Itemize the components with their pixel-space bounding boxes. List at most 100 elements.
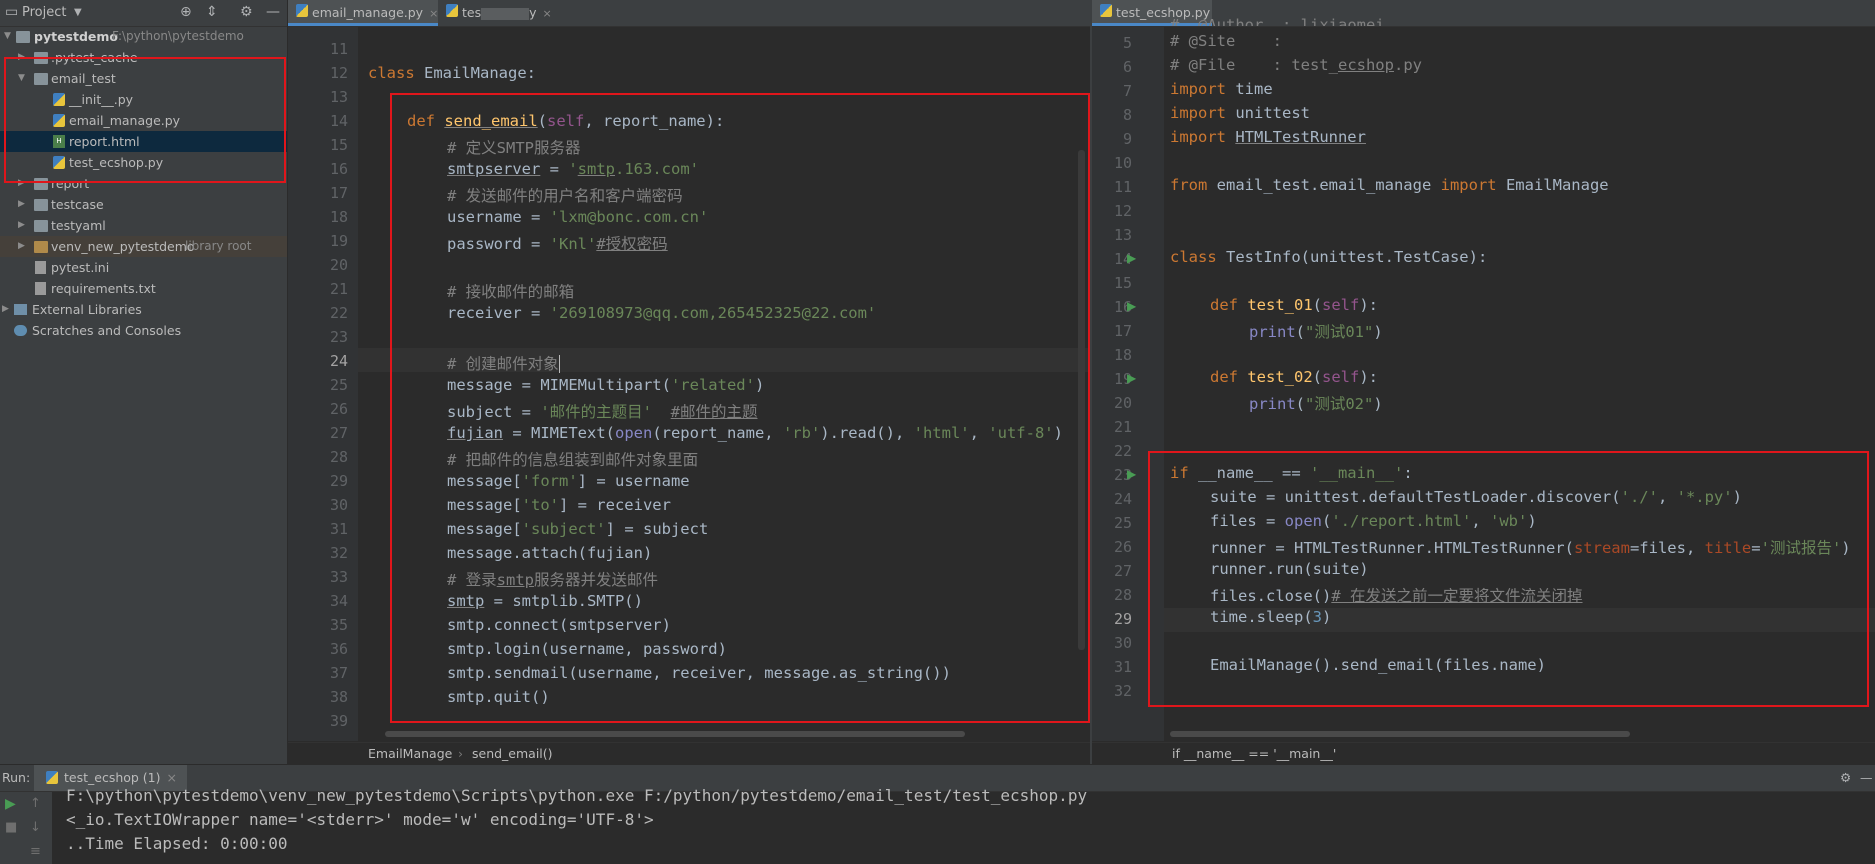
line-number: 36 (329, 640, 348, 658)
code-line-19[interactable]: def test_02(self): (1210, 368, 1378, 386)
console-output[interactable]: F:\python\pytestdemo\venv_new_pytestdemo… (52, 786, 1875, 864)
line-number: 17 (329, 184, 348, 202)
chevron-right-icon[interactable]: ▶ (18, 236, 28, 257)
code-line-8[interactable]: import unittest (1170, 104, 1310, 122)
line-number: 17 (1113, 322, 1132, 340)
line-number: 34 (329, 592, 348, 610)
line-number: 37 (329, 664, 348, 682)
library-icon (14, 304, 27, 315)
highlight-box (390, 93, 1090, 723)
tree-item-external-libraries[interactable]: ▶ External Libraries (0, 299, 287, 320)
gear-icon[interactable]: ⚙ (240, 4, 253, 20)
line-number: 29 (1113, 610, 1132, 628)
line-number: 25 (329, 376, 348, 394)
chevron-right-icon[interactable]: ▶ (18, 194, 28, 215)
code-line-20[interactable]: print("测试02") (1249, 392, 1383, 414)
tree-item-label: venv_new_pytestdemo (51, 239, 195, 254)
close-icon[interactable]: × (167, 770, 177, 785)
collapse-icon[interactable]: ⇕ (206, 4, 218, 20)
line-number: 13 (329, 88, 348, 106)
redaction (481, 7, 530, 20)
project-panel-header: ▭ Project ▼ ⊕ ⇕ ⚙ — (0, 0, 287, 27)
line-number: 21 (329, 280, 348, 298)
line-number: 24 (1113, 490, 1132, 508)
line-number: 15 (329, 136, 348, 154)
line-number: 30 (329, 496, 348, 514)
stop-icon[interactable]: ■ (5, 820, 17, 835)
tree-item-label: pytestdemo (34, 29, 119, 44)
line-number: 5 (1122, 34, 1132, 52)
breadcrumb-item[interactable]: if __name__ == '__main__' (1172, 743, 1336, 765)
tree-item-pytest-ini[interactable]: pytest.ini (0, 257, 287, 278)
minimize-icon[interactable]: — (1860, 765, 1873, 791)
console-line: <_io.TextIOWrapper name='<stderr>' mode=… (66, 810, 654, 829)
project-panel-title[interactable]: Project (22, 5, 66, 20)
line-number: 6 (1122, 58, 1132, 76)
run-gutter-icon[interactable]: ▶ (1127, 299, 1136, 313)
breadcrumb-item[interactable]: send_email() (472, 743, 553, 765)
vertical-scrollbar[interactable] (1078, 150, 1085, 650)
tree-item-scratches[interactable]: Scratches and Consoles (0, 320, 287, 341)
run-toolbar: ▶ ■ ↑ ↓ ≡ (0, 792, 52, 864)
tab-label: email_manage.py (312, 5, 424, 20)
tab-test-ecshop-left[interactable]: tes y × (438, 0, 587, 26)
python-file-icon (446, 4, 458, 17)
tree-item-venv[interactable]: ▶ venv_new_pytestdemo library root (0, 236, 287, 257)
code-line-9[interactable]: import HTMLTestRunner (1170, 128, 1366, 146)
code-line-16[interactable]: def test_01(self): (1210, 296, 1378, 314)
run-gutter-icon[interactable]: ▶ (1127, 371, 1136, 385)
code-line-11[interactable]: from email_test.email_manage import Emai… (1170, 176, 1609, 194)
breadcrumb-separator: › (458, 746, 463, 761)
tab-label: tes (462, 5, 482, 20)
code-line-7[interactable]: import time (1170, 80, 1273, 98)
gear-icon[interactable]: ⚙ (1840, 765, 1851, 791)
arrow-down-icon[interactable]: ↓ (30, 820, 41, 835)
line-number: 27 (329, 424, 348, 442)
line-number: 25 (1113, 514, 1132, 532)
code-line-14[interactable]: class TestInfo(unittest.TestCase): (1170, 248, 1487, 266)
line-number: 11 (329, 40, 348, 58)
code-line-6[interactable]: # @File : test_ecshop.py (1170, 56, 1422, 74)
horizontal-scrollbar[interactable] (385, 731, 965, 737)
run-gutter-icon[interactable]: ▶ (1127, 251, 1136, 265)
breadcrumb-item[interactable]: EmailManage (368, 743, 452, 765)
line-number: 29 (329, 472, 348, 490)
line-number: 28 (329, 448, 348, 466)
python-file-icon (46, 771, 58, 784)
tree-item-testyaml[interactable]: ▶ testyaml (0, 215, 287, 236)
tree-item-label: External Libraries (32, 302, 142, 317)
line-number: 9 (1122, 130, 1132, 148)
close-icon[interactable]: × (429, 7, 438, 20)
code-line-12[interactable]: class EmailManage: (368, 64, 536, 82)
tree-item-path: F:\python\pytestdemo (112, 29, 244, 43)
chevron-down-icon[interactable]: ▼ (4, 26, 14, 47)
code-line-5[interactable]: # @Site : (1170, 32, 1282, 50)
line-number: 31 (1113, 658, 1132, 676)
code-line-4[interactable]: # @Author : lixiaomei (1170, 16, 1470, 26)
chevron-right-icon[interactable]: ▶ (18, 215, 28, 236)
run-gutter-icon[interactable]: ▶ (1127, 467, 1136, 481)
close-icon[interactable]: × (543, 7, 552, 20)
rerun-icon[interactable]: ▶ (5, 796, 16, 812)
code-line-17[interactable]: print("测试01") (1249, 320, 1383, 342)
line-number: 32 (329, 544, 348, 562)
folder-icon (34, 199, 48, 211)
line-number: 22 (329, 304, 348, 322)
line-number: 35 (329, 616, 348, 634)
tree-item-requirements-txt[interactable]: requirements.txt (0, 278, 287, 299)
horizontal-scrollbar[interactable] (1170, 731, 1630, 737)
chevron-right-icon[interactable]: ▶ (2, 299, 12, 320)
wrap-icon[interactable]: ≡ (30, 844, 41, 859)
project-icon: ▭ (5, 4, 19, 20)
line-number: 7 (1122, 82, 1132, 100)
line-number: 14 (329, 112, 348, 130)
target-icon[interactable]: ⊕ (180, 4, 192, 20)
line-number: 18 (329, 208, 348, 226)
tree-item-testcase[interactable]: ▶ testcase (0, 194, 287, 215)
arrow-up-icon[interactable]: ↑ (30, 796, 41, 811)
minimize-icon[interactable]: — (266, 4, 280, 20)
tab-email-manage[interactable]: email_manage.py × (288, 0, 438, 26)
tree-item-pytestdemo[interactable]: ▼ pytestdemo F:\python\pytestdemo (0, 26, 287, 47)
highlight-box (4, 57, 286, 183)
chevron-down-icon[interactable]: ▼ (74, 7, 82, 18)
